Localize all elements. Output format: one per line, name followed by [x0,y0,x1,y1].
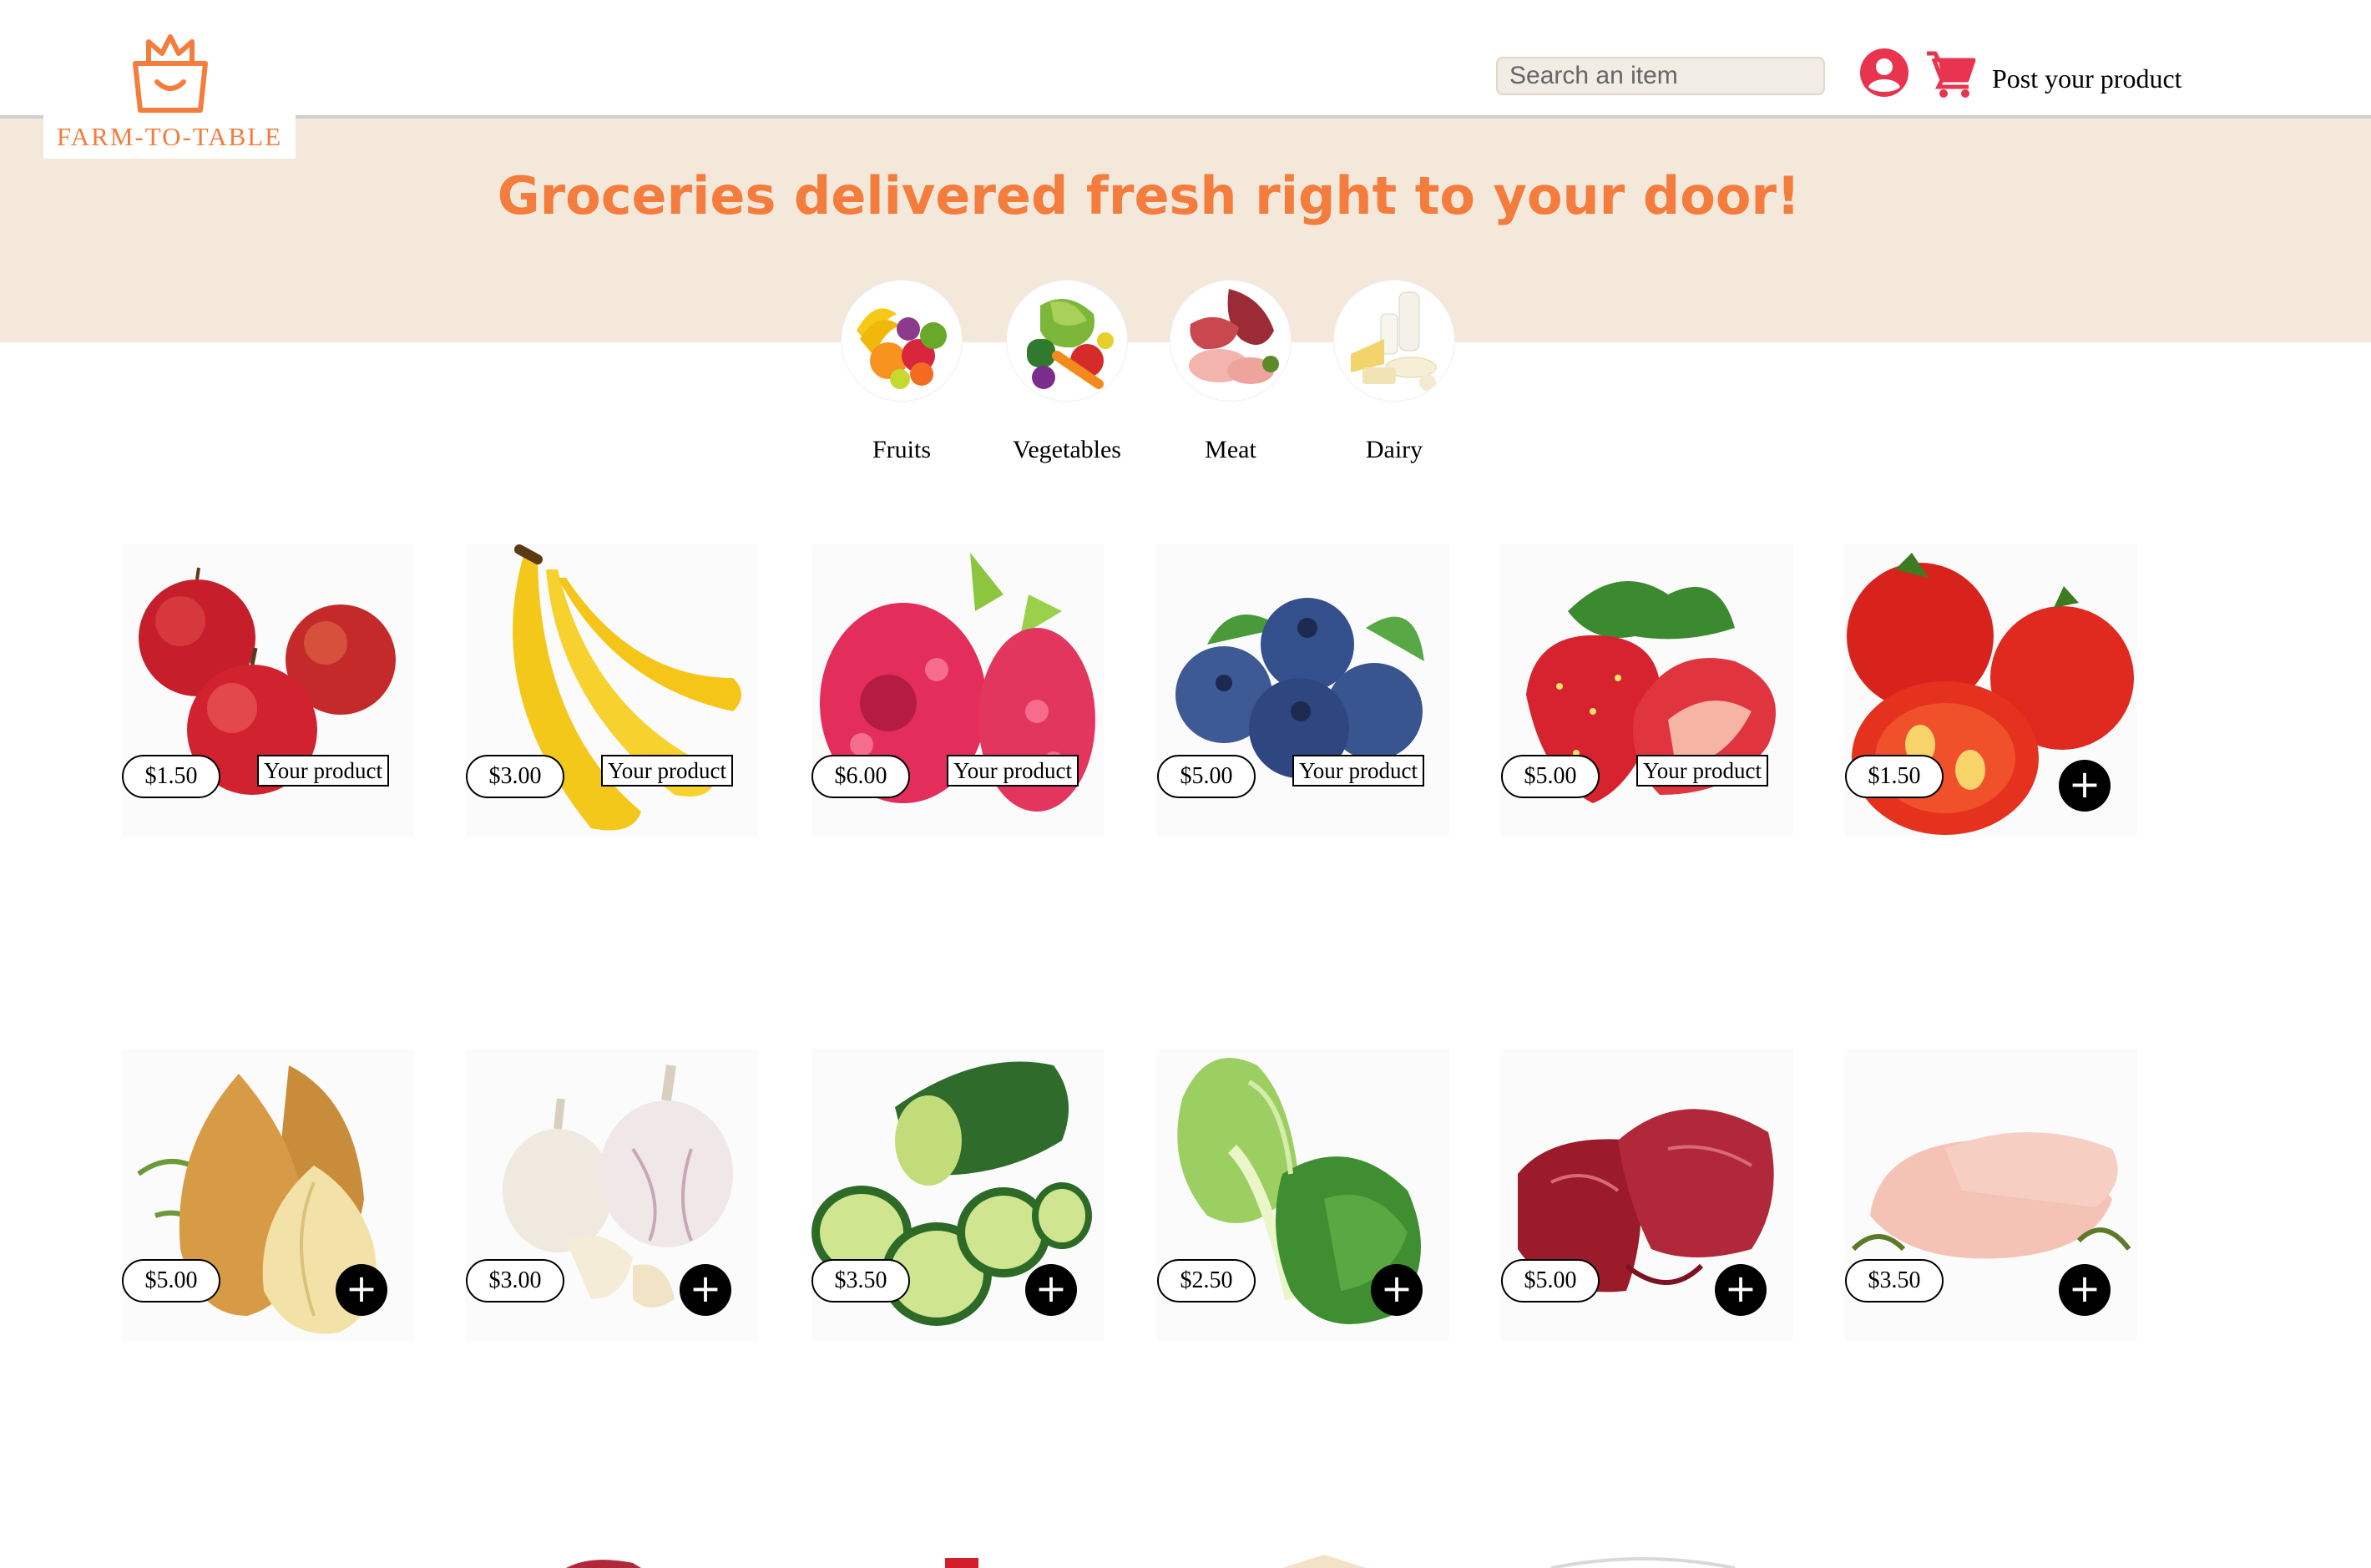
add-to-cart-button[interactable]: + [1715,1264,1767,1316]
your-product-badge: Your product [1636,755,1769,787]
top-navbar: Post your product [0,0,2371,119]
category-fruits[interactable]: Fruits [818,281,985,473]
fruits-image [842,281,962,401]
product-card-raspberry[interactable]: $6.00 Your product [811,544,1104,837]
add-to-cart-button[interactable]: + [2059,760,2111,812]
meat-image [1170,281,1291,401]
price-tag: $1.50 [1845,755,1944,798]
your-product-badge: Your product [947,755,1079,787]
price-tag: $5.00 [1157,755,1256,798]
product-card-partial [466,1555,758,1568]
price-tag: $3.50 [811,1259,910,1302]
product-card-garlic[interactable]: $3.00 + [466,1049,758,1341]
search-input[interactable] [1496,57,1825,95]
price-tag: $5.00 [1501,755,1600,798]
your-product-badge: Your product [1292,755,1425,787]
add-to-cart-button[interactable]: + [336,1264,387,1316]
product-card-beef[interactable]: $5.00 + [1501,1049,1793,1341]
dairy-image [1334,281,1454,401]
category-label: Vegetables [1013,436,1121,463]
product-card-partial [1501,1555,1793,1568]
add-to-cart-button[interactable]: + [2059,1264,2111,1316]
brand-name: FARM-TO-TABLE [56,122,283,151]
category-label: Dairy [1365,436,1423,463]
product-card-banana[interactable]: $3.00 Your product [466,544,758,837]
product-card-apple[interactable]: $1.50 Your product [122,544,414,837]
shopping-cart-icon[interactable] [1925,50,1977,99]
your-product-badge: Your product [257,755,390,787]
price-tag: $5.00 [122,1259,220,1302]
brand-logo[interactable]: FARM-TO-TABLE [43,25,296,159]
category-meat[interactable]: Meat [1147,281,1314,473]
price-tag: $3.00 [466,755,564,798]
your-product-badge: Your product [601,755,734,787]
price-tag: $1.50 [122,755,220,798]
post-product-link[interactable]: Post your product [1992,63,2182,94]
category-label: Meat [1205,436,1256,463]
price-tag: $2.50 [1157,1259,1256,1302]
vegetables-image [1007,281,1127,401]
hero-title: Groceries delivered fresh right to your … [497,165,1801,226]
product-card-onion[interactable]: $5.00 + [122,1049,414,1341]
category-vegetables[interactable]: Vegetables [983,281,1150,473]
user-account-icon[interactable] [1858,47,1910,99]
product-card-chicken-breast[interactable]: $3.50 + [1845,1049,2137,1341]
product-card-lettuce[interactable]: $2.50 + [1157,1049,1449,1341]
basket-logo-icon [133,34,208,113]
product-card-partial [1157,1555,1449,1568]
product-card-tomato[interactable]: $1.50 + [1845,544,2137,837]
product-card-partial [811,1555,1104,1568]
category-dairy[interactable]: Dairy [1311,281,1478,473]
product-card-cucumber[interactable]: $3.50 + [811,1049,1104,1341]
add-to-cart-button[interactable]: + [680,1264,731,1316]
category-label: Fruits [872,436,932,463]
add-to-cart-button[interactable]: + [1371,1264,1423,1316]
price-tag: $5.00 [1501,1259,1600,1302]
product-card-blueberry[interactable]: $5.00 Your product [1157,544,1449,837]
add-to-cart-button[interactable]: + [1025,1264,1077,1316]
price-tag: $3.50 [1845,1259,1944,1302]
price-tag: $3.00 [466,1259,564,1302]
product-card-strawberry[interactable]: $5.00 Your product [1501,544,1793,837]
price-tag: $6.00 [811,755,910,798]
